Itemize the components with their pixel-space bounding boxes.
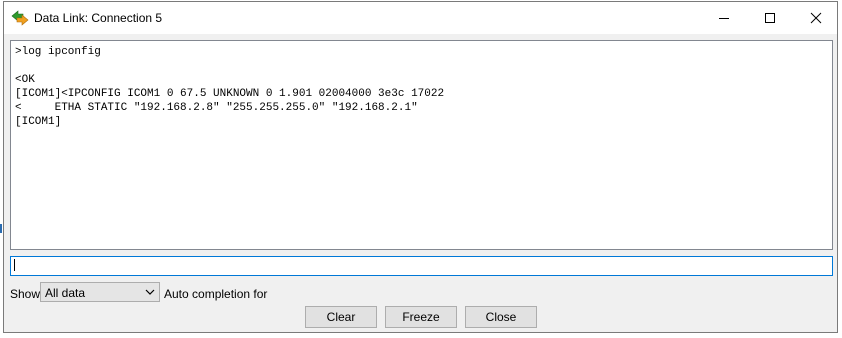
data-link-arrows-icon [11, 10, 29, 26]
freeze-button[interactable]: Freeze [385, 306, 457, 328]
show-dropdown[interactable]: All data [40, 282, 160, 302]
title-bar[interactable]: Data Link: Connection 5 [4, 2, 837, 34]
close-window-button[interactable] [793, 2, 839, 34]
maximize-icon [765, 13, 775, 23]
minimize-icon [719, 18, 729, 19]
text-caret [14, 259, 15, 271]
chevron-down-icon [145, 289, 155, 295]
show-dropdown-value: All data [45, 286, 86, 300]
show-label: Show [10, 287, 41, 301]
maximize-button[interactable] [747, 2, 793, 34]
console-line: <OK [15, 74, 35, 86]
window-title: Data Link: Connection 5 [34, 11, 163, 25]
console-output[interactable]: >log ipconfig <OK [ICOM1]<IPCONFIG ICOM1… [10, 40, 833, 250]
clear-button[interactable]: Clear [305, 306, 377, 328]
console-line: [ICOM1] [15, 116, 62, 128]
background-edge-mark [0, 224, 2, 233]
console-line: < ETHA STATIC "192.168.2.8" "255.255.255… [15, 102, 418, 114]
auto-completion-label: Auto completion for [164, 287, 268, 301]
minimize-button[interactable] [701, 2, 747, 34]
command-input[interactable] [10, 256, 833, 276]
close-button[interactable]: Close [465, 306, 537, 328]
close-icon [810, 12, 822, 24]
console-line: >log ipconfig [15, 46, 101, 58]
console-line: [ICOM1]<IPCONFIG ICOM1 0 67.5 UNKNOWN 0 … [15, 88, 445, 100]
data-link-window: Data Link: Connection 5 >log ipconfig <O… [3, 1, 838, 333]
